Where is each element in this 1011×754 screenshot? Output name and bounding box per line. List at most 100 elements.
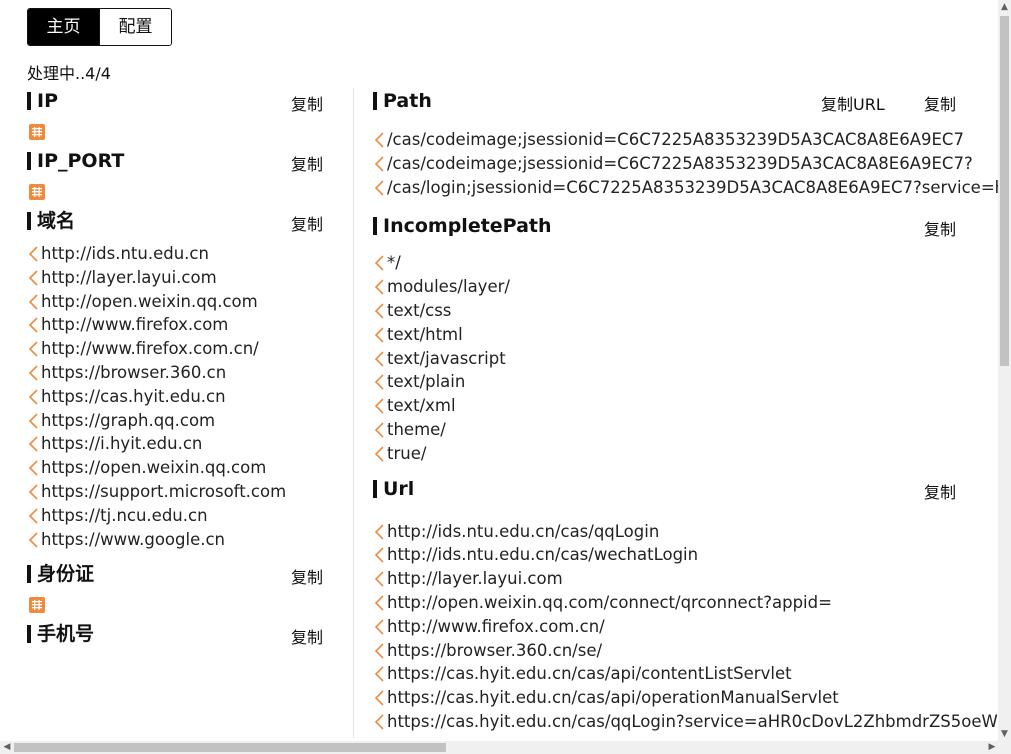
list-item[interactable]: http://layer.layui.com	[373, 567, 998, 591]
list-item-text: https://open.weixin.qq.com	[41, 458, 267, 478]
copy-button[interactable]: 复制	[291, 91, 323, 115]
section-title: IP	[27, 88, 58, 114]
list-item[interactable]: https://i.hyit.edu.cn	[27, 432, 327, 456]
list-item[interactable]: https://graph.qq.com	[27, 409, 327, 433]
chevron-left-icon	[28, 341, 38, 357]
list-item[interactable]: */	[373, 251, 998, 275]
list-item[interactable]: http://www.firefox.com	[27, 313, 327, 337]
list-item[interactable]: https://support.microsoft.com	[27, 480, 327, 504]
list-item-text: text/html	[387, 324, 463, 344]
chevron-left-icon	[374, 351, 384, 367]
list-item-text: http://open.weixin.qq.com	[41, 291, 258, 311]
copy-button[interactable]: 复制	[291, 211, 323, 235]
section-id-card	[27, 597, 327, 614]
section-id-card-header: 身份证 复制	[27, 561, 327, 591]
list-item-text: http://layer.layui.com	[387, 569, 563, 589]
copy-button[interactable]: 复制	[924, 91, 956, 115]
list-item[interactable]: theme/	[373, 418, 998, 442]
list-item[interactable]: https://cas.hyit.edu.cn/cas/api/operatio…	[373, 686, 998, 710]
chevron-left-icon	[374, 714, 384, 730]
list-item[interactable]: http://layer.layui.com	[27, 266, 327, 290]
scroll-up-arrow-icon[interactable]: ▲	[1000, 2, 1009, 12]
list-item[interactable]: https://cas.hyit.edu.cn/cas/api/contentL…	[373, 662, 998, 686]
horizontal-scrollbar[interactable]: ◀ ▶	[0, 741, 1011, 754]
chevron-left-icon	[28, 508, 38, 524]
list-item[interactable]: https://browser.360.cn/se/	[373, 639, 998, 663]
progress-status: 处理中..4/4	[27, 64, 111, 83]
list-item[interactable]: https://cas.hyit.edu.cn	[27, 385, 327, 409]
scroll-left-arrow-icon[interactable]: ◀	[2, 742, 12, 753]
chevron-left-icon	[374, 255, 384, 271]
chevron-left-icon	[374, 327, 384, 343]
section-url-header: Url 复制	[373, 476, 998, 506]
section-ip-header: IP 复制	[27, 88, 327, 118]
grid-icon	[29, 184, 45, 200]
list-item[interactable]: https://open.weixin.qq.com	[27, 456, 327, 480]
list-item-text: https://cas.hyit.edu.cn/cas/qqLogin?serv…	[387, 711, 998, 731]
list-item-text: https://i.hyit.edu.cn	[41, 434, 203, 454]
list-item-text: /cas/codeimage;jsessionid=C6C7225A835323…	[387, 130, 964, 149]
copy-button[interactable]: 复制	[291, 151, 323, 175]
chevron-left-icon	[374, 279, 384, 295]
copy-url-button[interactable]: 复制URL	[821, 91, 885, 115]
list-item[interactable]: /cas/codeimage;jsessionid=C6C7225A835323…	[373, 128, 998, 152]
list-item[interactable]: https://browser.360.cn	[27, 361, 327, 385]
scroll-right-arrow-icon[interactable]: ▶	[987, 742, 997, 753]
empty-placeholder-icon	[29, 124, 45, 140]
list-item[interactable]: http://ids.ntu.edu.cn	[27, 242, 327, 266]
list-item-text: https://cas.hyit.edu.cn	[41, 386, 226, 406]
chevron-left-icon	[28, 294, 38, 310]
scroll-down-arrow-icon[interactable]: ▼	[1000, 729, 1009, 739]
list-item-text: text/css	[387, 300, 452, 320]
list-item-text: true/	[387, 443, 427, 463]
list-item[interactable]: http://ids.ntu.edu.cn/cas/wechatLogin	[373, 543, 998, 567]
vertical-scroll-thumb[interactable]	[1000, 16, 1009, 366]
list-item[interactable]: http://www.firefox.com.cn/	[373, 615, 998, 639]
list-item-text: text/javascript	[387, 348, 506, 368]
section-ip-port-header: IP_PORT 复制	[27, 148, 327, 178]
list-item[interactable]: /cas/login;jsessionid=C6C7225A8353239D5A…	[373, 176, 998, 200]
copy-button[interactable]: 复制	[924, 216, 956, 240]
list-item[interactable]: https://tj.ncu.edu.cn	[27, 504, 327, 528]
chevron-left-icon	[374, 666, 384, 682]
section-path-header: Path 复制URL 复制	[373, 88, 998, 118]
section-title: 域名	[27, 208, 75, 234]
list-item[interactable]: text/xml	[373, 394, 998, 418]
list-item[interactable]: http://open.weixin.qq.com/connect/qrconn…	[373, 591, 998, 615]
tab-config[interactable]: 配置	[99, 9, 171, 45]
path-list: /cas/codeimage;jsessionid=C6C7225A835323…	[373, 128, 998, 199]
section-title: IncompletePath	[373, 213, 552, 239]
chevron-left-icon	[374, 547, 384, 563]
chevron-left-icon	[374, 303, 384, 319]
chevron-left-icon	[28, 484, 38, 500]
list-item[interactable]: http://www.firefox.com.cn/	[27, 337, 327, 361]
list-item[interactable]: modules/layer/	[373, 275, 998, 299]
list-item[interactable]: http://open.weixin.qq.com	[27, 290, 327, 314]
list-item-text: https://cas.hyit.edu.cn/cas/api/contentL…	[387, 664, 792, 684]
section-title: Path	[373, 88, 432, 114]
list-item[interactable]: /cas/codeimage;jsessionid=C6C7225A835323…	[373, 152, 998, 176]
list-item-text: https://tj.ncu.edu.cn	[41, 505, 208, 525]
list-item-text: http://ids.ntu.edu.cn	[41, 244, 209, 263]
copy-button[interactable]: 复制	[291, 624, 323, 648]
list-item[interactable]: https://cas.hyit.edu.cn/cas/qqLogin?serv…	[373, 710, 998, 734]
chevron-left-icon	[374, 132, 384, 148]
list-item-text: text/plain	[387, 372, 466, 392]
chevron-left-icon	[374, 446, 384, 462]
list-item[interactable]: true/	[373, 442, 998, 466]
chevron-left-icon	[374, 690, 384, 706]
list-item[interactable]: text/plain	[373, 370, 998, 394]
tab-home[interactable]: 主页	[28, 9, 99, 45]
copy-button[interactable]: 复制	[924, 479, 956, 503]
list-item-text: https://browser.360.cn/se/	[387, 640, 603, 660]
list-item[interactable]: text/html	[373, 323, 998, 347]
list-item[interactable]: text/javascript	[373, 347, 998, 371]
vertical-scrollbar[interactable]: ▲ ▼	[998, 0, 1011, 741]
list-item[interactable]: http://ids.ntu.edu.cn/cas/qqLogin	[373, 520, 998, 544]
horizontal-scroll-thumb[interactable]	[14, 743, 446, 752]
list-item[interactable]: https://www.google.cn	[27, 528, 327, 552]
section-title: IP_PORT	[27, 148, 124, 174]
list-item[interactable]: text/css	[373, 299, 998, 323]
section-phone-header: 手机号 复制	[27, 621, 327, 651]
copy-button[interactable]: 复制	[291, 564, 323, 588]
